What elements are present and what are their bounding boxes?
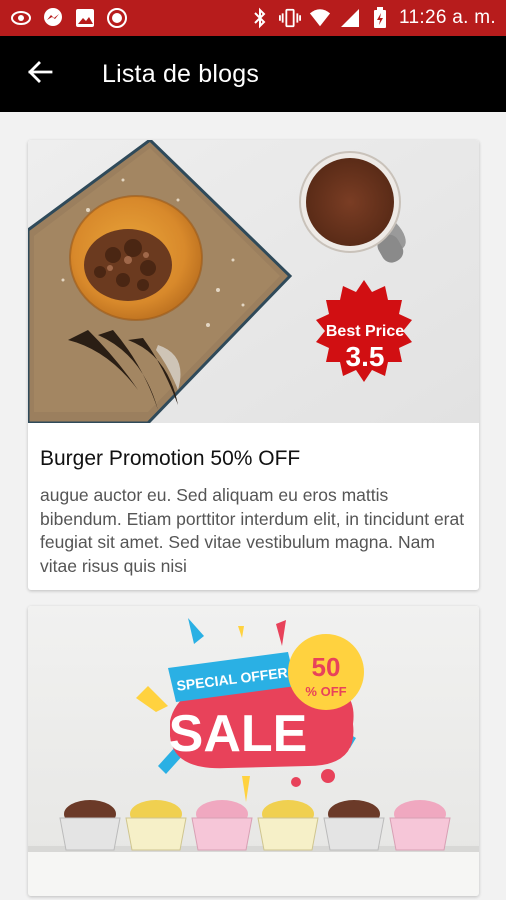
blog-title: Burger Promotion 50% OFF: [40, 447, 301, 470]
badge-value: 3.5: [346, 341, 385, 372]
back-button[interactable]: [0, 36, 80, 112]
app-bar: Lista de blogs: [0, 36, 506, 112]
discount-label: % OFF: [305, 684, 346, 699]
battery-icon: [369, 7, 391, 29]
discount-value: 50: [312, 652, 341, 682]
banner-sale: SALE: [169, 705, 308, 763]
image-icon: [74, 7, 96, 29]
sun-icon: [10, 7, 32, 29]
page-title: Lista de blogs: [102, 59, 260, 88]
blog-card[interactable]: SPECIAL OFFER SALE 50 % OFF: [28, 606, 479, 896]
blog-list: Best Price 3.5 Burger Promotion 50% OFF …: [0, 112, 506, 900]
status-bar: 11:26 a. m.: [0, 0, 506, 36]
vibrate-icon: [279, 7, 302, 29]
status-time: 11:26 a. m.: [399, 7, 496, 28]
badge-label: Best Price: [326, 323, 404, 340]
blog-image: Best Price 3.5: [28, 140, 479, 425]
messenger-icon: [42, 7, 64, 29]
bluetooth-icon: [249, 7, 271, 29]
blog-card[interactable]: Best Price 3.5 Burger Promotion 50% OFF …: [28, 140, 479, 590]
record-icon: [106, 7, 128, 29]
signal-icon: [339, 7, 361, 29]
wifi-icon: [309, 7, 331, 29]
blog-image: SPECIAL OFFER SALE 50 % OFF: [28, 606, 479, 896]
arrow-back-icon: [27, 59, 53, 90]
blog-description: augue auctor eu. Sed aliquam eu eros mat…: [40, 485, 465, 576]
